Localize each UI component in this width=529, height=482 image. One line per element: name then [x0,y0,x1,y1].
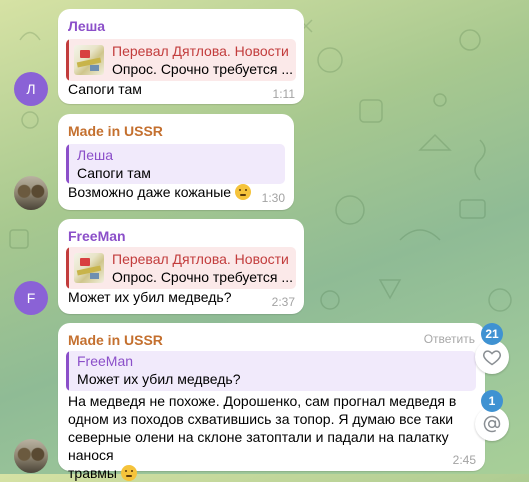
reply-button[interactable]: Ответить [424,332,475,346]
message-text: На медведя не похоже. Дорошенко, сам про… [68,392,478,482]
quote-text: Может их убил медведь? [77,371,241,387]
reply-quote[interactable]: Перевал Дятлова. Новости Опрос. Срочно т… [66,247,296,289]
avatar-made-in-ussr[interactable] [14,176,48,210]
message-line: На медведя не похоже. Дорошенко, сам про… [68,393,457,409]
mentions-count-badge: 1 [481,390,503,412]
quote-title: FreeMan [77,353,134,369]
at-icon [483,415,501,433]
quote-text: Опрос. Срочно требуется ... [112,61,293,77]
thinking-face-emoji-icon [120,465,137,481]
message-time: 1:30 [261,191,285,205]
quote-thumbnail [74,45,104,75]
quote-bar [66,247,69,289]
reactions-count-badge: 21 [481,323,503,345]
message-time: 2:37 [271,295,295,309]
quote-bar [66,39,69,81]
message-line-last: травмы [68,464,478,482]
message-bubble-1[interactable]: Леша Перевал Дятлова. Новости Опрос. Сро… [58,9,304,104]
message-time: 2:45 [452,453,476,467]
quote-thumbnail [74,253,104,283]
reply-quote[interactable]: Перевал Дятлова. Новости Опрос. Срочно т… [66,39,296,81]
mentions-button[interactable] [475,407,509,441]
reactions-button[interactable] [475,340,509,374]
message-text: Может их убил медведь? [68,289,232,305]
sender-name[interactable]: Made in USSR [68,332,163,348]
message-bubble-3[interactable]: FreeMan Перевал Дятлова. Новости Опрос. … [58,219,304,314]
quote-title: Перевал Дятлова. Новости [112,251,289,267]
quote-title: Перевал Дятлова. Новости [112,43,289,59]
message-text-content: Возможно даже кожаные [68,184,232,200]
quote-text: Опрос. Срочно требуется ... [112,269,293,285]
message-time: 1:11 [272,87,295,101]
avatar-freeman[interactable]: F [14,281,48,315]
heart-icon [483,350,501,366]
message-bubble-4[interactable]: Made in USSR Ответить FreeMan Может их у… [58,323,485,481]
avatar-lesha[interactable]: Л [14,72,48,106]
avatar-letter: Л [26,81,36,97]
quote-text: Сапоги там [77,165,151,181]
message-text: Возможно даже кожаные [68,183,251,201]
message-line: одном из походов схватившись за топор. Я… [68,411,454,427]
avatar-letter: F [26,290,36,306]
quote-bar [66,144,69,184]
message-bubble-2[interactable]: Made in USSR Леша Сапоги там Возможно да… [58,114,294,210]
quote-title: Леша [77,147,113,163]
sender-name[interactable]: FreeMan [68,228,126,244]
thinking-face-emoji-icon [234,184,251,200]
message-text: Сапоги там [68,81,142,97]
avatar-made-in-ussr[interactable] [14,439,48,473]
message-line: травмы [68,465,117,481]
sender-name[interactable]: Made in USSR [68,123,163,139]
sender-name[interactable]: Леша [68,18,105,34]
reply-quote[interactable]: FreeMan Может их убил медведь? [66,351,476,391]
quote-bar [66,351,69,391]
reply-quote[interactable]: Леша Сапоги там [66,144,285,184]
message-line: северные олени на склоне затоптали и пад… [68,429,449,463]
